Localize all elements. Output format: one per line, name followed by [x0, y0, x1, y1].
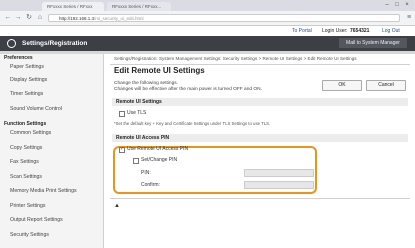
url-field[interactable]: http://192.168.1.3/rsi_security_ui_edit.… — [48, 14, 400, 22]
sidebar-item-paper-settings[interactable]: Paper Settings — [10, 64, 44, 70]
mail-to-system-manager-button[interactable]: Mail to System Manager — [339, 38, 407, 48]
pin-label: PIN: — [141, 170, 151, 176]
sidebar-item-common-settings[interactable]: Common Settings — [10, 130, 51, 136]
sidebar-item-security-settings[interactable]: Security Settings — [10, 232, 49, 238]
use-pin-checkbox[interactable] — [119, 146, 125, 153]
maximize-icon[interactable]: □ — [394, 2, 400, 8]
sidebar-item-sound-volume[interactable]: Sound Volume Control — [10, 106, 62, 112]
restart-note: Changes will be effective after the main… — [114, 87, 262, 92]
sidebar-item-fax-settings[interactable]: Fax Settings — [10, 159, 39, 165]
home-icon[interactable]: ⌂ — [36, 14, 44, 22]
confirm-input[interactable] — [244, 181, 314, 189]
close-icon[interactable]: × — [404, 2, 410, 8]
breadcrumb: Settings/Registration: System Management… — [114, 56, 357, 61]
sidebar-item-display-settings[interactable]: Display Settings — [10, 77, 47, 83]
confirm-label: Confirm: — [141, 182, 160, 188]
app-title: Settings/Registration — [22, 40, 88, 47]
browser-tab[interactable]: RFxxxx Series / RFxxx Series... — [42, 2, 104, 18]
logout-link[interactable]: Log Out — [382, 27, 400, 35]
use-pin-label: Use Remote UI Access PIN — [127, 146, 189, 152]
sidebar-item-output-report[interactable]: Output Report Settings — [10, 217, 63, 223]
sidebar-item-scan-settings[interactable]: Scan Settings — [10, 174, 42, 180]
sidebar-section-preferences: Preferences — [4, 55, 33, 61]
sidebar-item-printer-settings[interactable]: Printer Settings — [10, 203, 45, 209]
cancel-button[interactable]: Cancel — [366, 80, 406, 91]
back-icon[interactable]: ← — [4, 14, 12, 22]
settings-gear-icon — [7, 39, 16, 48]
minimize-icon[interactable]: – — [384, 2, 390, 8]
ok-button[interactable]: OK — [322, 80, 362, 91]
sidebar-section-function-settings: Function Settings — [4, 121, 47, 127]
section-remote-ui-settings: Remote UI Settings — [112, 98, 408, 106]
refresh-icon[interactable]: ↻ — [25, 14, 33, 22]
login-user-value: 7654321 — [350, 28, 370, 34]
use-tls-label: Use TLS — [127, 110, 147, 116]
url-host: http://192.168.1.3 — [59, 16, 95, 21]
login-user-label: Login User: — [322, 28, 348, 34]
pin-input[interactable] — [244, 169, 314, 177]
browser-tab[interactable]: RFxxxx Series / RFxxx... — [107, 2, 171, 11]
url-path: /rsi_security_ui_edit.html — [94, 16, 144, 21]
set-change-pin-checkbox[interactable] — [133, 158, 139, 164]
back-to-top-icon[interactable]: ▲ — [114, 203, 120, 209]
page-title: Edit Remote UI Settings — [114, 66, 205, 75]
use-tls-checkbox[interactable] — [119, 111, 125, 117]
set-change-pin-label: Set/Change PIN — [141, 157, 178, 163]
sidebar-item-copy-settings[interactable]: Copy Settings — [10, 145, 42, 151]
divider — [110, 64, 410, 65]
instruction-text: Change the following settings. — [114, 81, 178, 86]
tls-note: *Set the default key + Key and Certifica… — [114, 121, 271, 126]
sidebar-item-timer-settings[interactable]: Timer Settings — [10, 91, 43, 97]
section-remote-ui-access-pin: Remote UI Access PIN — [112, 134, 408, 142]
divider — [110, 198, 410, 199]
forward-icon[interactable]: → — [14, 14, 22, 22]
to-portal-link[interactable]: To Portal — [292, 27, 312, 35]
menu-icon[interactable]: ≡ — [405, 14, 413, 22]
sidebar-item-memory-media-print[interactable]: Memory Media Print Settings — [10, 188, 77, 194]
